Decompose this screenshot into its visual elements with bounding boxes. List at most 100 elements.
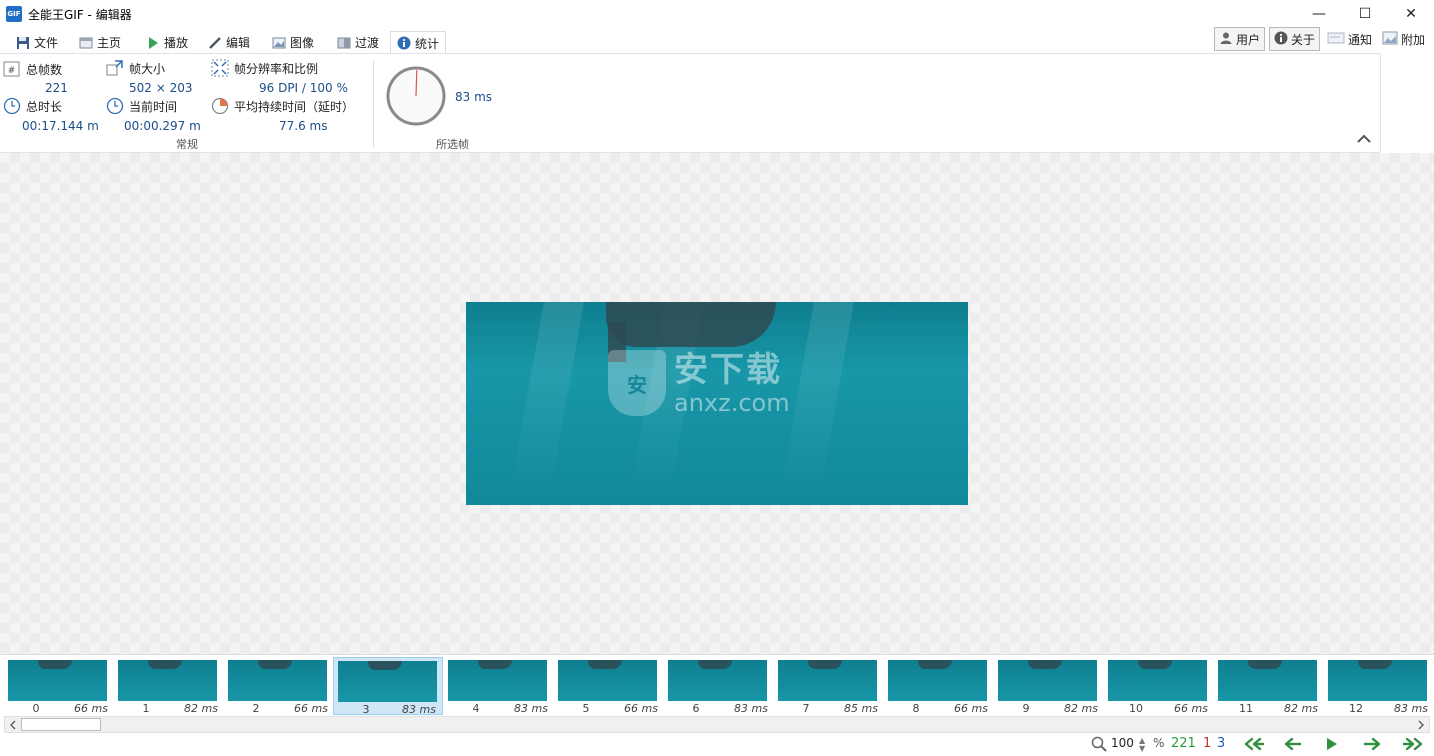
maximize-button[interactable]: ☐	[1342, 0, 1388, 28]
frame-size-label: 帧大小	[129, 61, 166, 76]
frame-thumbnail[interactable]: 9 82 ms	[994, 657, 1104, 715]
frame-size-value: 502 × 203	[129, 81, 193, 95]
diver-silhouette	[606, 302, 776, 347]
pencil-icon	[208, 36, 222, 50]
tab-image[interactable]: 图像	[266, 31, 320, 54]
frame-thumbnail[interactable]: 11 82 ms	[1214, 657, 1324, 715]
group-selected-label: 所选帧	[436, 138, 469, 151]
window-controls: — ☐ ✕	[1296, 0, 1434, 28]
minimize-button[interactable]: —	[1296, 0, 1342, 28]
frame-count-icon: #	[3, 60, 21, 78]
statistics-ribbon: # 总帧数 221 帧大小 502 × 203 帧分辨率和比例 96 DPI /…	[0, 53, 1381, 153]
resolution-label-row: 帧分辨率和比例	[211, 59, 318, 77]
tab-edit[interactable]: 编辑	[202, 31, 256, 54]
watermark: 安 安下载 anxz.com	[608, 348, 828, 418]
user-label: 用户	[1236, 32, 1261, 47]
frame-thumbnail[interactable]: 1 82 ms	[114, 657, 224, 715]
frame-thumbnail[interactable]: 7 85 ms	[774, 657, 884, 715]
selected-frame-gauge	[386, 66, 446, 129]
current-time-value: 00:00.297 m	[124, 119, 201, 133]
avg-duration-label-row: 平均持续时间（延时）	[211, 97, 354, 115]
frame-thumbnail[interactable]: 5 66 ms	[554, 657, 664, 715]
zoom-stepper[interactable]: ▲ ▼	[1139, 737, 1145, 753]
info-icon	[1274, 31, 1288, 48]
window-title: 全能王GIF - 编辑器	[28, 7, 132, 22]
frame-thumbnail-selected[interactable]: 3 83 ms	[333, 657, 443, 716]
addon-label: 附加	[1401, 32, 1426, 47]
tab-home[interactable]: 主页	[73, 31, 127, 54]
frame-thumbnail[interactable]: 10 66 ms	[1104, 657, 1214, 715]
pie-chart-icon	[211, 97, 229, 115]
selected-count: 1	[1203, 736, 1212, 751]
tab-label: 过渡	[355, 36, 380, 50]
about-button[interactable]: 关于	[1269, 27, 1321, 51]
frame-strip-scrollbar[interactable]	[4, 716, 1430, 733]
image-icon	[272, 36, 286, 50]
save-icon	[16, 36, 30, 50]
watermark-shield: 安	[608, 350, 666, 416]
addon-button[interactable]: 附加	[1378, 27, 1429, 51]
about-label: 关于	[1291, 32, 1316, 47]
notification-icon	[1327, 31, 1345, 48]
tab-play[interactable]: 播放	[140, 31, 194, 54]
avg-duration-label: 平均持续时间（延时）	[234, 99, 355, 114]
scale-icon	[211, 59, 229, 77]
notify-label: 通知	[1348, 32, 1373, 47]
next-frame-icon[interactable]	[1362, 736, 1382, 752]
tab-label: 图像	[290, 36, 315, 50]
total-duration-label-row: 总时长	[3, 97, 62, 115]
frame-thumbnail[interactable]: 6 83 ms	[664, 657, 774, 715]
current-index: 3	[1217, 736, 1226, 751]
clock-icon	[106, 97, 124, 115]
frame-thumbnail[interactable]: 0 66 ms	[4, 657, 114, 715]
addon-icon	[1382, 31, 1398, 48]
ribbon-separator	[373, 60, 374, 148]
resolution-value: 96 DPI / 100 %	[259, 81, 348, 95]
avg-duration-value: 77.6 ms	[279, 119, 328, 133]
tab-label: 文件	[34, 36, 59, 50]
status-bar: 100 ▲ ▼ % 221 1 3	[0, 733, 1434, 756]
resize-icon	[106, 59, 124, 77]
editor-canvas[interactable]: 安 安下载 anxz.com	[0, 153, 1434, 654]
group-general-label: 常规	[176, 138, 198, 151]
total-duration-value: 00:17.144 m	[22, 119, 99, 133]
total-frames-label: 总帧数	[26, 62, 63, 77]
watermark-cn: 安下载	[674, 350, 782, 390]
first-frame-icon[interactable]	[1241, 736, 1265, 752]
scrollbar-thumb[interactable]	[21, 718, 101, 731]
home-icon	[79, 36, 93, 50]
frame-thumbnail[interactable]: 2 66 ms	[224, 657, 334, 715]
tab-label: 主页	[97, 36, 122, 50]
zoom-icon	[1091, 736, 1107, 752]
zoom-input[interactable]: 100	[1111, 736, 1134, 750]
tab-statistics[interactable]: 统计	[390, 31, 447, 55]
tab-label: 播放	[164, 36, 189, 50]
frame-thumbnail[interactable]: 12 83 ms	[1324, 657, 1434, 715]
svg-text:#: #	[8, 66, 16, 76]
selected-frame-value: 83 ms	[455, 90, 493, 104]
current-frame-image: 安 安下载 anxz.com	[466, 302, 968, 505]
info-icon	[397, 36, 411, 50]
scroll-left-icon[interactable]	[5, 717, 21, 732]
collapse-ribbon-icon[interactable]	[1356, 132, 1372, 148]
close-button[interactable]: ✕	[1388, 0, 1434, 28]
zoom-down-icon[interactable]: ▼	[1139, 745, 1145, 753]
scroll-right-icon[interactable]	[1413, 717, 1429, 732]
frame-thumbnail[interactable]: 8 66 ms	[884, 657, 994, 715]
tab-transition[interactable]: 过渡	[331, 31, 385, 54]
user-icon	[1219, 31, 1233, 48]
title-bar: GIF 全能王GIF - 编辑器 — ☐ ✕	[0, 0, 1434, 28]
notify-button[interactable]: 通知	[1323, 27, 1376, 51]
tab-file[interactable]: 文件	[10, 31, 64, 54]
last-frame-icon[interactable]	[1402, 736, 1426, 752]
frame-count: 221	[1171, 736, 1196, 751]
app-icon: GIF	[6, 6, 22, 22]
user-button[interactable]: 用户	[1214, 27, 1266, 51]
total-duration-label: 总时长	[26, 99, 63, 114]
play-icon[interactable]	[1325, 736, 1339, 752]
previous-frame-icon[interactable]	[1283, 736, 1303, 752]
frame-thumbnail[interactable]: 4 83 ms	[444, 657, 554, 715]
transition-icon	[337, 36, 351, 50]
current-time-label: 当前时间	[129, 99, 178, 114]
zoom-unit: %	[1153, 736, 1165, 750]
